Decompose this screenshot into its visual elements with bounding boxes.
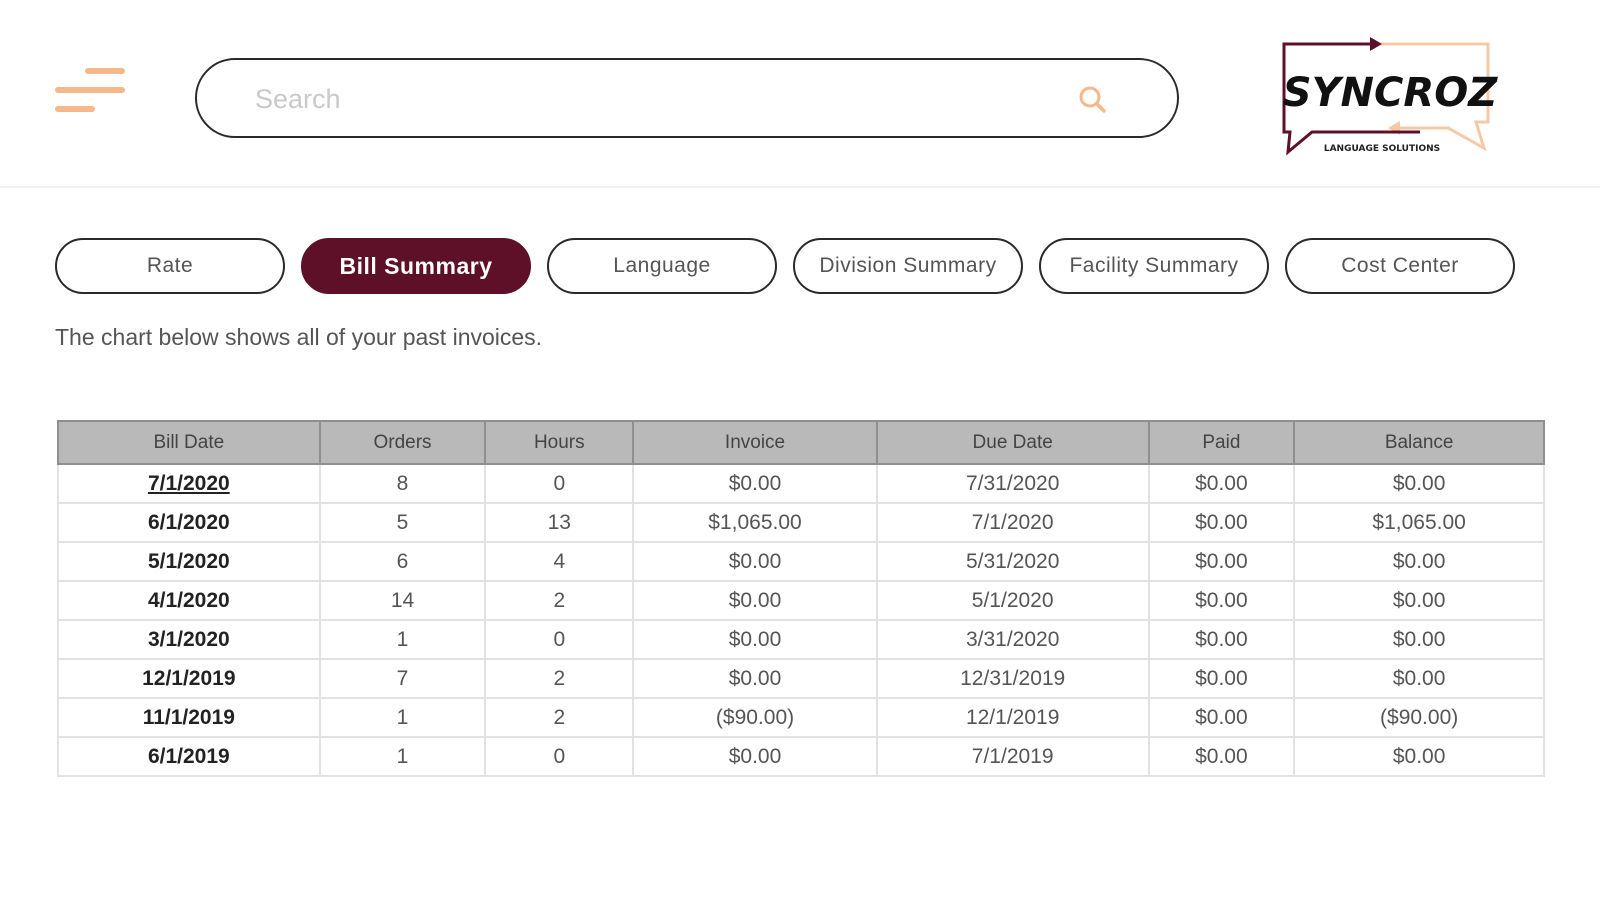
column-header-balance[interactable]: Balance: [1293, 420, 1545, 465]
search-icon[interactable]: [1075, 82, 1111, 118]
balance-cell: $0.00: [1293, 658, 1545, 699]
orders-cell: 8: [318, 463, 487, 504]
column-header-bill-date[interactable]: Bill Date: [57, 420, 321, 465]
due-date-cell: 3/31/2020: [875, 619, 1150, 660]
table-row: 6/1/2019 1 0 $0.00 7/1/2019 $0.00 $0.00: [57, 736, 1545, 777]
orders-cell: 1: [318, 697, 487, 738]
bill-date-cell[interactable]: 3/1/2020: [57, 619, 321, 660]
column-header-due-date[interactable]: Due Date: [875, 420, 1150, 465]
search-input[interactable]: [255, 78, 1075, 120]
due-date-cell: 7/31/2020: [875, 463, 1150, 504]
logo-wordmark: SYNCROZ: [1283, 70, 1498, 116]
hamburger-menu-icon[interactable]: [55, 66, 127, 118]
tab-bill-summary[interactable]: Bill Summary: [301, 238, 531, 294]
tab-language[interactable]: Language: [547, 238, 777, 294]
orders-cell: 14: [318, 580, 487, 621]
bill-date-cell[interactable]: 11/1/2019: [57, 697, 321, 738]
bill-date-cell[interactable]: 12/1/2019: [57, 658, 321, 699]
bill-date-cell[interactable]: 4/1/2020: [57, 580, 321, 621]
bill-date-cell[interactable]: 5/1/2020: [57, 541, 321, 582]
syncroz-logo[interactable]: SYNCROZ LANGUAGE SOLUTIONS: [1270, 36, 1510, 166]
due-date-cell: 5/31/2020: [875, 541, 1150, 582]
hours-cell: 2: [484, 658, 635, 699]
balance-cell: $1,065.00: [1293, 502, 1545, 543]
table-row: 12/1/2019 7 2 $0.00 12/31/2019 $0.00 $0.…: [57, 658, 1545, 699]
hours-cell: 4: [484, 541, 635, 582]
balance-cell: $0.00: [1293, 580, 1545, 621]
balance-cell: $0.00: [1293, 541, 1545, 582]
orders-cell: 6: [318, 541, 487, 582]
bill-summary-table: Bill Date Orders Hours Invoice Due Date …: [57, 420, 1545, 777]
paid-cell: $0.00: [1147, 580, 1296, 621]
paid-cell: $0.00: [1147, 658, 1296, 699]
due-date-cell: 12/31/2019: [875, 658, 1150, 699]
tab-cost-center[interactable]: Cost Center: [1285, 238, 1515, 294]
hours-cell: 0: [484, 619, 635, 660]
table-row: 3/1/2020 1 0 $0.00 3/31/2020 $0.00 $0.00: [57, 619, 1545, 660]
table-row: 7/1/2020 8 0 $0.00 7/31/2020 $0.00 $0.00: [57, 463, 1545, 504]
bill-date-cell[interactable]: 7/1/2020: [57, 463, 321, 504]
due-date-cell: 5/1/2020: [875, 580, 1150, 621]
hours-cell: 0: [484, 463, 635, 504]
paid-cell: $0.00: [1147, 541, 1296, 582]
balance-cell: ($90.00): [1293, 697, 1545, 738]
tab-rate[interactable]: Rate: [55, 238, 285, 294]
due-date-cell: 7/1/2020: [875, 502, 1150, 543]
table-row: 6/1/2020 5 13 $1,065.00 7/1/2020 $0.00 $…: [57, 502, 1545, 543]
invoice-cell: $0.00: [632, 658, 878, 699]
orders-cell: 1: [318, 619, 487, 660]
balance-cell: $0.00: [1293, 463, 1545, 504]
column-header-invoice[interactable]: Invoice: [632, 420, 878, 465]
paid-cell: $0.00: [1147, 502, 1296, 543]
tab-facility-summary[interactable]: Facility Summary: [1039, 238, 1269, 294]
hours-cell: 13: [484, 502, 635, 543]
tab-division-summary[interactable]: Division Summary: [793, 238, 1023, 294]
hours-cell: 2: [484, 580, 635, 621]
column-header-hours[interactable]: Hours: [484, 420, 635, 465]
column-header-orders[interactable]: Orders: [318, 420, 487, 465]
column-header-paid[interactable]: Paid: [1147, 420, 1296, 465]
invoice-cell: $0.00: [632, 619, 878, 660]
orders-cell: 5: [318, 502, 487, 543]
orders-cell: 1: [318, 736, 487, 777]
due-date-cell: 12/1/2019: [875, 697, 1150, 738]
invoice-cell: $0.00: [632, 580, 878, 621]
balance-cell: $0.00: [1293, 619, 1545, 660]
paid-cell: $0.00: [1147, 619, 1296, 660]
app-header: SYNCROZ LANGUAGE SOLUTIONS: [0, 0, 1600, 188]
paid-cell: $0.00: [1147, 736, 1296, 777]
invoice-cell: $0.00: [632, 463, 878, 504]
invoice-cell: $0.00: [632, 736, 878, 777]
hours-cell: 2: [484, 697, 635, 738]
table-row: 5/1/2020 6 4 $0.00 5/31/2020 $0.00 $0.00: [57, 541, 1545, 582]
balance-cell: $0.00: [1293, 736, 1545, 777]
logo-tagline: LANGUAGE SOLUTIONS: [1324, 144, 1440, 154]
invoice-cell: $0.00: [632, 541, 878, 582]
table-row: 11/1/2019 1 2 ($90.00) 12/1/2019 $0.00 (…: [57, 697, 1545, 738]
invoice-cell: ($90.00): [632, 697, 878, 738]
paid-cell: $0.00: [1147, 463, 1296, 504]
hours-cell: 0: [484, 736, 635, 777]
report-tabs: Rate Bill Summary Language Division Summ…: [55, 238, 1555, 296]
table-header-row: Bill Date Orders Hours Invoice Due Date …: [57, 420, 1545, 465]
search-bar: [195, 58, 1179, 138]
bill-date-cell[interactable]: 6/1/2020: [57, 502, 321, 543]
invoice-cell: $1,065.00: [632, 502, 878, 543]
paid-cell: $0.00: [1147, 697, 1296, 738]
table-row: 4/1/2020 14 2 $0.00 5/1/2020 $0.00 $0.00: [57, 580, 1545, 621]
due-date-cell: 7/1/2019: [875, 736, 1150, 777]
bill-date-cell[interactable]: 6/1/2019: [57, 736, 321, 777]
intro-text: The chart below shows all of your past i…: [55, 324, 543, 350]
orders-cell: 7: [318, 658, 487, 699]
